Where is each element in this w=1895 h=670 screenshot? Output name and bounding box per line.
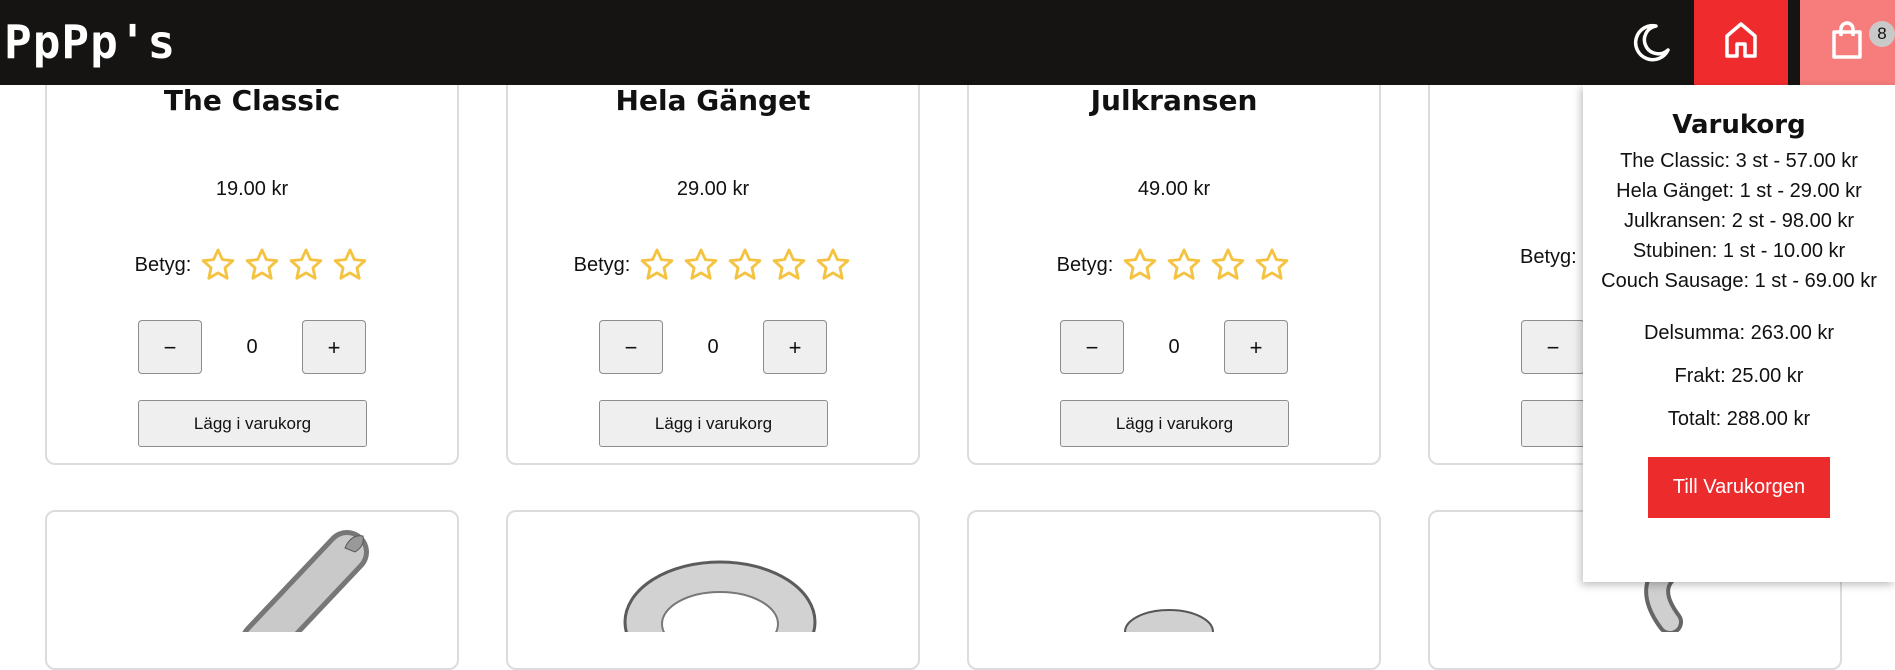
cart-subtotal: Delsumma: 263.00 kr bbox=[1643, 322, 1835, 344]
star-icon[interactable] bbox=[682, 246, 720, 284]
rating-label: Betyg: bbox=[1056, 253, 1114, 276]
star-icon[interactable] bbox=[331, 246, 369, 284]
product-card: Hela Gänget 29.00 kr Betyg: − 0 + Lägg i… bbox=[506, 20, 920, 465]
product-price: 49.00 kr bbox=[1137, 178, 1211, 200]
product-card bbox=[45, 510, 459, 670]
cart-item-list: The Classic: 3 st - 57.00 kr Hela Gänget… bbox=[1583, 146, 1895, 296]
star-icon[interactable] bbox=[726, 246, 764, 284]
increase-quantity-button[interactable]: + bbox=[1224, 320, 1288, 374]
quantity-value: 0 bbox=[707, 335, 719, 358]
increase-quantity-button[interactable]: + bbox=[302, 320, 366, 374]
product-title: The Classic bbox=[163, 84, 341, 117]
star-icon[interactable] bbox=[1165, 246, 1203, 284]
cart-item: Couch Sausage: 1 st - 69.00 kr bbox=[1601, 270, 1877, 292]
star-icon[interactable] bbox=[199, 246, 237, 284]
product-title: Julkransen bbox=[1090, 84, 1258, 117]
add-to-cart-button[interactable]: Lägg i varukorg bbox=[599, 400, 828, 447]
rating-label: Betyg: bbox=[1520, 246, 1577, 268]
sausage-image bbox=[242, 530, 369, 632]
quantity-value: 0 bbox=[1168, 335, 1180, 358]
cart-dropdown: Varukorg The Classic: 3 st - 57.00 kr He… bbox=[1583, 85, 1895, 582]
home-icon bbox=[1725, 22, 1757, 58]
product-card: Julkransen 49.00 kr Betyg: − 0 + Lägg i … bbox=[967, 20, 1381, 465]
product-price: 29.00 kr bbox=[676, 178, 750, 200]
product-rating: Betyg: bbox=[508, 246, 918, 284]
star-icon[interactable] bbox=[814, 246, 852, 284]
cart-item: Hela Gänget: 1 st - 29.00 kr bbox=[1616, 180, 1862, 202]
cart-item: Stubinen: 1 st - 10.00 kr bbox=[1632, 240, 1846, 262]
product-card bbox=[967, 510, 1381, 670]
star-rating[interactable] bbox=[638, 246, 852, 284]
decrease-quantity-button[interactable]: − bbox=[1060, 320, 1124, 374]
go-to-cart-button[interactable]: Till Varukorgen bbox=[1648, 457, 1830, 518]
star-rating[interactable] bbox=[1121, 246, 1291, 284]
add-to-cart-button[interactable]: Lägg i varukorg bbox=[138, 400, 367, 447]
cart-total: Totalt: 288.00 kr bbox=[1667, 408, 1811, 430]
site-logo[interactable]: PpPp's bbox=[4, 14, 176, 70]
add-to-cart-button[interactable]: Lägg i varukorg bbox=[1060, 400, 1289, 447]
product-card: The Classic 19.00 kr Betyg: − 0 + Lägg i… bbox=[45, 20, 459, 465]
cart-title: Varukorg bbox=[1672, 110, 1806, 140]
decrease-quantity-button[interactable]: − bbox=[138, 320, 202, 374]
star-rating[interactable] bbox=[199, 246, 369, 284]
star-icon[interactable] bbox=[1121, 246, 1159, 284]
quantity-stepper: − 0 + bbox=[508, 320, 918, 374]
cart-item: The Classic: 3 st - 57.00 kr bbox=[1620, 150, 1858, 172]
cart-count-badge: 8 bbox=[1869, 21, 1895, 47]
product-title: Hela Gänget bbox=[615, 84, 811, 117]
star-icon[interactable] bbox=[243, 246, 281, 284]
product-rating: Betyg: bbox=[47, 246, 457, 284]
product-price: 19.00 kr bbox=[215, 178, 289, 200]
site-header: PpPp's 8 bbox=[0, 0, 1895, 85]
moon-icon[interactable] bbox=[1630, 20, 1674, 64]
decrease-quantity-button[interactable]: − bbox=[1521, 320, 1585, 374]
sausage-ring-image bbox=[623, 560, 817, 632]
rating-label: Betyg: bbox=[573, 253, 631, 276]
star-icon[interactable] bbox=[1209, 246, 1247, 284]
shopping-bag-icon bbox=[1832, 21, 1862, 59]
home-button[interactable] bbox=[1694, 0, 1788, 85]
cart-item: Julkransen: 2 st - 98.00 kr bbox=[1623, 210, 1855, 232]
cart-button[interactable]: 8 bbox=[1800, 0, 1895, 85]
star-icon[interactable] bbox=[287, 246, 325, 284]
star-icon[interactable] bbox=[638, 246, 676, 284]
cart-shipping: Frakt: 25.00 kr bbox=[1674, 365, 1804, 387]
quantity-value: 0 bbox=[246, 335, 258, 358]
increase-quantity-button[interactable]: + bbox=[763, 320, 827, 374]
star-icon[interactable] bbox=[1253, 246, 1291, 284]
quantity-stepper: − 0 + bbox=[47, 320, 457, 374]
sausage-image bbox=[1124, 609, 1214, 632]
rating-label: Betyg: bbox=[134, 253, 192, 276]
decrease-quantity-button[interactable]: − bbox=[599, 320, 663, 374]
star-icon[interactable] bbox=[770, 246, 808, 284]
product-rating: Betyg: bbox=[969, 246, 1379, 284]
quantity-stepper: − 0 + bbox=[969, 320, 1379, 374]
product-card bbox=[506, 510, 920, 670]
